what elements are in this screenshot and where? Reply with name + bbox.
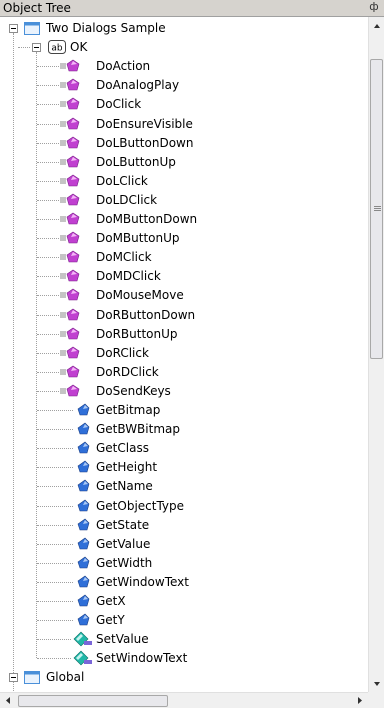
action-method-icon [60, 288, 80, 305]
get-method-icon [76, 575, 90, 592]
vertical-scrollbar[interactable] [368, 17, 384, 692]
tree-node-label: OK [70, 40, 88, 55]
tree-node-label: SetWindowText [96, 651, 188, 666]
tree-node-label: GetState [96, 517, 150, 532]
action-method-icon [60, 365, 80, 382]
arrow-up-icon [374, 24, 380, 28]
collapse-toggle-icon[interactable] [9, 673, 18, 683]
button-ab-icon: ab [48, 40, 66, 57]
tree-node-label: DoRClick [96, 345, 149, 360]
tree-node-label: DoRButtonDown [96, 307, 196, 322]
action-method-icon [60, 117, 80, 134]
tree-node-two-dialogs-sample[interactable]: Two Dialogs Sample [0, 19, 368, 38]
tree-node-label: DoRButtonUp [96, 326, 178, 341]
tree-node-label: DoAnalogPlay [96, 78, 180, 93]
tree-node-label: SetValue [96, 632, 149, 647]
tree-node-label: Two Dialogs Sample [46, 21, 166, 35]
tree-node-label: GetObjectType [96, 498, 185, 513]
get-method-icon [76, 403, 90, 420]
action-method-icon [60, 193, 80, 210]
tree-node-label: DoMButtonUp [96, 231, 180, 246]
tree-node-label: GetWidth [96, 555, 153, 570]
arrow-right-icon [358, 697, 362, 704]
tree-node-label: DoMClick [96, 250, 152, 265]
tree-node-label: Global [46, 670, 85, 685]
tree-node-global[interactable]: Global [0, 668, 368, 687]
tree-node-label: GetBWBitmap [96, 422, 180, 437]
tree-node-label: DoRDClick [96, 364, 159, 379]
window-icon [24, 670, 40, 687]
tree-node-label: DoAction [96, 59, 151, 74]
action-method-icon [60, 174, 80, 191]
tree-node-label: GetBitmap [96, 403, 161, 417]
tree-node-label: GetName [96, 479, 153, 494]
tree-node-label: DoEnsureVisible [96, 116, 193, 131]
pin-icon[interactable]: ф [367, 0, 381, 16]
tree-node-label: DoSendKeys [96, 383, 171, 398]
object-tree[interactable]: Two Dialogs Sample ab OK DoAction DoAnalogPl… [0, 17, 368, 692]
tree-node-label: GetWindowText [96, 574, 189, 589]
get-method-icon [76, 499, 90, 516]
set-method-icon [72, 631, 94, 650]
collapse-toggle-icon[interactable] [32, 43, 41, 53]
tree-node-label: GetClass [96, 441, 149, 456]
tree-node-label: DoLDClick [96, 192, 158, 207]
tree-node-label: DoLButtonDown [96, 135, 194, 150]
scroll-up-button[interactable] [369, 17, 384, 34]
horizontal-scroll-thumb[interactable] [18, 695, 168, 707]
arrow-left-icon [6, 697, 10, 704]
action-method-icon [60, 59, 80, 76]
tree-node-ok[interactable]: ab OK [0, 38, 368, 57]
action-method-icon [60, 384, 80, 401]
action-method-icon [60, 78, 80, 95]
arrow-down-icon [374, 682, 380, 686]
tree-node-label: DoLClick [96, 173, 148, 188]
get-method-icon [76, 460, 90, 477]
get-method-icon [76, 479, 90, 496]
action-method-icon [60, 327, 80, 344]
action-method-icon [60, 97, 80, 114]
tree-node-label: DoMButtonDown [96, 212, 198, 226]
get-method-icon [76, 556, 90, 573]
action-method-icon [60, 136, 80, 153]
horizontal-scrollbar[interactable] [0, 692, 368, 708]
tree-node-label: DoClick [96, 97, 142, 112]
action-method-icon [60, 269, 80, 286]
get-method-icon [76, 537, 90, 554]
svg-text:ab: ab [51, 44, 63, 54]
tree-node-label: DoMDClick [96, 269, 161, 284]
tree-node-label: DoLButtonUp [96, 154, 176, 169]
tree-node-label: GetX [96, 594, 126, 608]
action-method-icon [60, 212, 80, 229]
action-method-icon [60, 308, 80, 325]
tree-node-label: DoMouseMove [96, 288, 184, 303]
collapse-toggle-icon[interactable] [9, 24, 18, 33]
object-tree-titlebar: Object Tree ф [0, 0, 384, 17]
scroll-down-button[interactable] [369, 675, 384, 692]
get-method-icon [76, 441, 90, 458]
scrollbar-corner [368, 692, 384, 708]
set-method-icon [72, 650, 94, 669]
tree-node-label: GetHeight [96, 460, 158, 475]
get-method-icon [76, 518, 90, 535]
get-method-icon [76, 594, 90, 611]
panel-title: Object Tree [3, 1, 71, 15]
action-method-icon [60, 250, 80, 267]
action-method-icon [60, 346, 80, 363]
tree-node-label: GetValue [96, 536, 151, 551]
tree-node-label: GetY [96, 613, 125, 628]
window-icon [24, 21, 40, 38]
get-method-icon [76, 613, 90, 630]
action-method-icon [60, 231, 80, 248]
get-method-icon [76, 422, 90, 439]
action-method-icon [60, 155, 80, 172]
vertical-scroll-thumb[interactable] [370, 59, 383, 359]
